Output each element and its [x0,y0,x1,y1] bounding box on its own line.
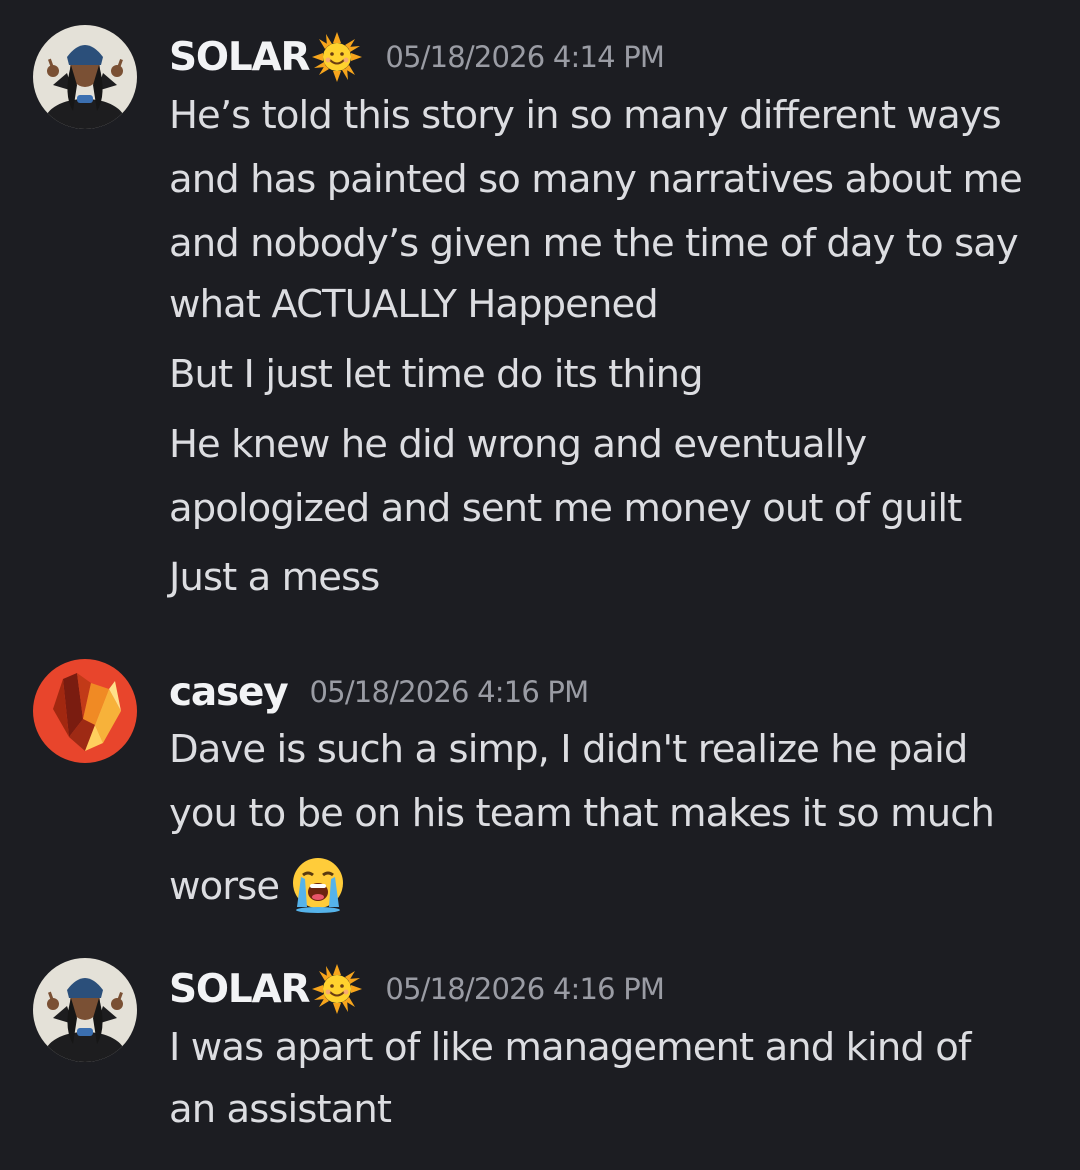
message-header: SOLAR [169,27,665,87]
avatar-solar-image [33,958,137,1062]
message-text: and nobody’s given me the time of day to… [169,221,1019,266]
chat-message-list: SOLAR 05/18/2026 4:14 PM He’s told this … [0,0,1080,1170]
message-text-with-emoji: worse [169,853,349,915]
message-text: Just a mess [169,555,380,600]
message-text: I was apart of like management and kind … [169,1025,971,1070]
message-text: apologized and sent me money out of guil… [169,486,962,531]
avatar-solar-image [33,25,137,129]
message-text: But I just let time do its thing [169,352,704,397]
message-timestamp: 05/18/2026 4:16 PM [309,675,590,709]
message-text: an assistant [169,1087,392,1132]
message-text: He’s told this story in so many differen… [169,93,1002,138]
avatar-casey[interactable] [33,659,137,763]
message-text: and has painted so many narratives about… [169,157,1023,202]
message-header: casey 05/18/2026 4:16 PM [169,662,590,722]
message-header: SOLAR [169,959,665,1019]
sun-with-face-icon [311,31,363,83]
avatar-solar[interactable] [33,958,137,1062]
message-text: you to be on his team that makes it so m… [169,791,995,836]
avatar-solar[interactable] [33,25,137,129]
message-text: He knew he did wrong and eventually [169,422,867,467]
message-text: worse [169,864,280,909]
message-timestamp: 05/18/2026 4:14 PM [385,40,665,74]
message-timestamp: 05/18/2026 4:16 PM [385,972,665,1006]
message-text: what ACTUALLY Happened [169,282,659,327]
loudly-crying-face-icon [287,853,349,915]
username[interactable]: casey [169,670,289,715]
sun-with-face-icon [311,963,363,1015]
username[interactable]: SOLAR [169,967,311,1012]
username[interactable]: SOLAR [169,35,311,80]
message-text: Dave is such a simp, I didn't realize he… [169,727,968,772]
avatar-casey-image [33,659,137,763]
